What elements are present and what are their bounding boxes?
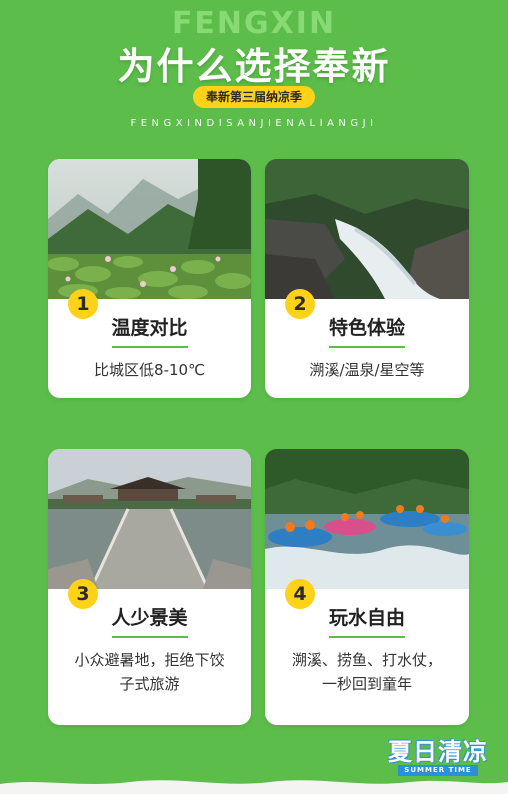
season-pill-label: 奉新第三届纳凉季 <box>193 86 315 108</box>
mountain-lotus-photo <box>48 159 251 299</box>
card-title: 温度对比 <box>111 317 188 339</box>
feature-card-water-fun: 4 玩水自由 溯溪、捞鱼、打水仗，一秒回到童年 <box>265 449 469 725</box>
feature-card-scenery: 3 人少景美 小众避暑地，拒绝下饺子式旅游 <box>48 449 251 725</box>
feature-card-experience: 2 特色体验 溯溪/温泉/星空等 <box>265 159 469 398</box>
divider <box>329 346 405 348</box>
logo-english-text: SUMMER TIME <box>398 765 478 776</box>
card-title: 玩水自由 <box>328 607 405 629</box>
pinyin-subtitle: FENGXINDISANJIENALIANGJI <box>130 118 378 129</box>
waterfall-photo <box>265 159 469 299</box>
card-title: 人少景美 <box>111 607 188 629</box>
divider <box>111 346 188 348</box>
temple-bridge-photo <box>48 449 251 589</box>
summer-time-logo: 夏日清凉 SUMMER TIME <box>374 732 502 780</box>
page-title: 为什么选择奉新 <box>117 45 391 88</box>
card-title: 特色体验 <box>328 317 405 339</box>
card-description: 溯溪、捞鱼、打水仗，一秒回到童年 <box>291 651 442 693</box>
feature-card-temperature: 1 温度对比 比城区低8-10℃ <box>48 159 251 398</box>
card-description: 溯溪/温泉/星空等 <box>309 361 425 379</box>
divider <box>329 636 405 638</box>
bottom-wave-decoration <box>0 780 508 794</box>
card-description: 比城区低8-10℃ <box>94 361 205 379</box>
rafting-photo <box>265 449 469 589</box>
card-description: 小众避暑地，拒绝下饺子式旅游 <box>74 651 225 693</box>
logo-chinese-text: 夏日清凉 <box>388 738 488 766</box>
divider <box>111 636 188 638</box>
